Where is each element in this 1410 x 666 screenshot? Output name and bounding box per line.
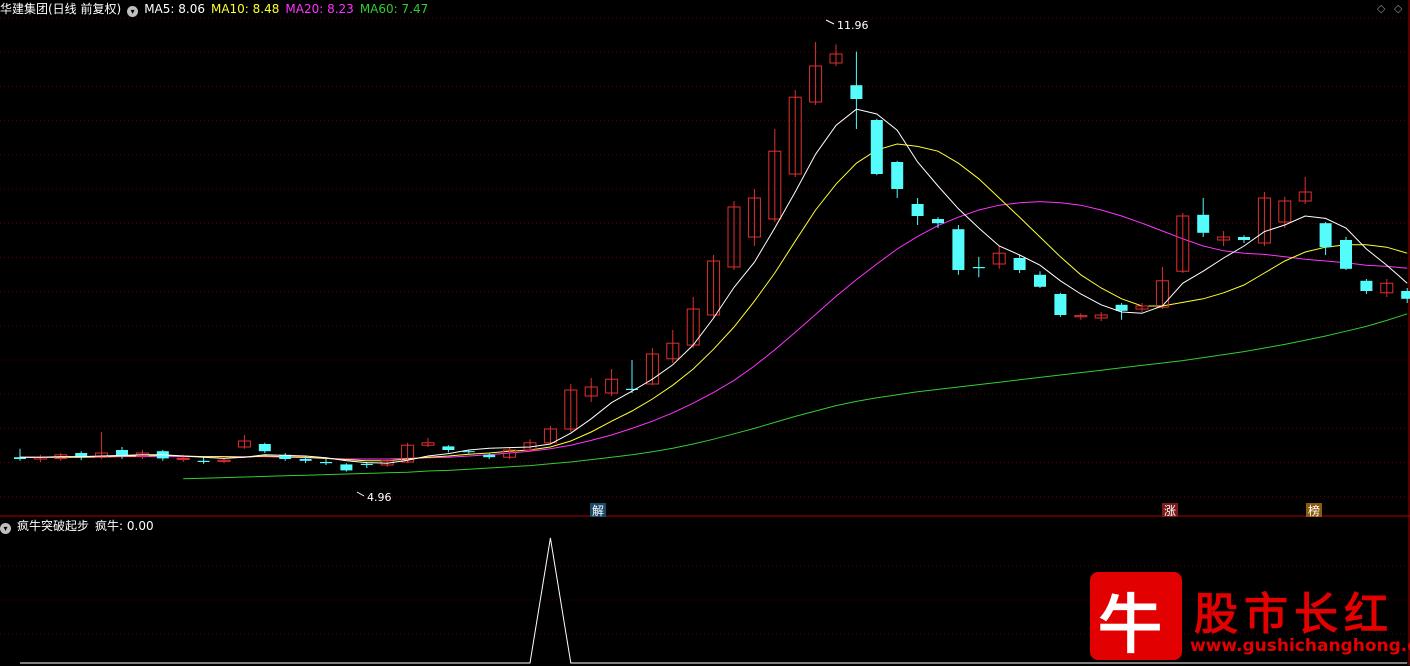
candle [870, 118, 883, 176]
candle [972, 256, 985, 278]
candle [992, 246, 1006, 269]
candle [932, 217, 944, 228]
candle [442, 445, 455, 453]
candle [1197, 198, 1210, 237]
candle-body [911, 204, 924, 216]
high-annotation: 11.96 [837, 19, 869, 32]
candle [320, 459, 332, 465]
candle [707, 255, 721, 318]
watermark: 牛 股市长红 www.gushichanghong.com [1090, 572, 1410, 665]
candle [686, 297, 700, 348]
candle-body [1034, 274, 1046, 287]
candle-body [197, 460, 210, 462]
candle [279, 453, 292, 461]
candle [768, 129, 782, 222]
candle [809, 42, 823, 105]
candle [1257, 192, 1271, 246]
candle [1013, 255, 1026, 273]
candle [829, 44, 843, 66]
candle [1094, 312, 1108, 321]
candle [421, 438, 435, 447]
candle-body [320, 462, 332, 464]
candle-body [1360, 280, 1373, 291]
candle [891, 160, 904, 198]
candle [33, 454, 47, 462]
marker-jie[interactable]: 解 [590, 503, 606, 518]
candle-body [1340, 240, 1352, 269]
candle-body [340, 464, 353, 471]
candle [584, 378, 598, 402]
candle-body [1238, 237, 1250, 240]
candle-body [360, 463, 373, 465]
candle [1360, 279, 1373, 294]
candle-body [176, 457, 190, 460]
candle [747, 189, 761, 246]
candle [258, 442, 271, 453]
candle [911, 198, 924, 225]
candle [237, 435, 251, 449]
svg-text:解: 解 [592, 504, 604, 518]
marker-zhang[interactable]: 涨 [1162, 503, 1178, 518]
candle-body [932, 219, 944, 224]
candle-body [972, 267, 985, 269]
candle [1319, 222, 1332, 255]
svg-text:榜: 榜 [1308, 503, 1320, 518]
candlestick-chart[interactable]: 11.96 4.96 解 涨 榜 [0, 0, 1410, 665]
candle-body [1319, 223, 1332, 248]
candle [197, 457, 210, 464]
candle-body [442, 446, 455, 450]
grid-lines [0, 0, 1410, 665]
candle [483, 453, 496, 459]
candle [1115, 303, 1128, 320]
candle-body [1115, 304, 1128, 311]
candle [75, 451, 88, 461]
candle [605, 369, 619, 396]
annotations-layer: 11.96 4.96 [356, 19, 869, 504]
watermark-url: www.gushichanghong.com [1190, 636, 1410, 656]
candle-body [1197, 214, 1210, 233]
low-annotation: 4.96 [367, 491, 392, 504]
candle [1054, 292, 1067, 317]
candle [1155, 267, 1169, 309]
candle-body [462, 451, 475, 453]
watermark-bull-glyph: 牛 [1098, 588, 1162, 663]
ma60-layer [183, 313, 1408, 480]
candle-body [483, 454, 496, 458]
candle-body [1401, 291, 1410, 299]
candle [1176, 213, 1190, 273]
marker-bang[interactable]: 榜 [1306, 503, 1322, 518]
svg-text:涨: 涨 [1164, 503, 1176, 518]
candle [1298, 177, 1312, 204]
candle [850, 51, 863, 129]
candle-body [952, 229, 965, 270]
candle [14, 448, 26, 461]
candle-body [891, 162, 904, 189]
ma60-line [183, 313, 1408, 480]
ma20-line [20, 201, 1408, 460]
candle [1074, 313, 1088, 320]
watermark-title: 股市长红 [1194, 589, 1394, 640]
candle [1340, 237, 1352, 270]
candle [340, 463, 353, 472]
candle [626, 360, 638, 393]
ma20-layer [20, 201, 1408, 460]
candle [788, 90, 802, 177]
candle [95, 432, 109, 459]
candle-body [258, 444, 271, 452]
candle [1238, 235, 1250, 243]
candle [1380, 279, 1394, 297]
candle-body [1054, 294, 1067, 315]
candle [564, 384, 578, 432]
candles-layer [14, 42, 1410, 472]
candle [952, 225, 965, 275]
candle [1217, 231, 1231, 246]
candle [727, 201, 741, 270]
candle [1034, 271, 1046, 288]
candle [666, 330, 680, 363]
candle-body [299, 459, 312, 461]
candle-body [1013, 258, 1026, 270]
candle-body [850, 85, 863, 99]
candle-body [870, 120, 883, 174]
